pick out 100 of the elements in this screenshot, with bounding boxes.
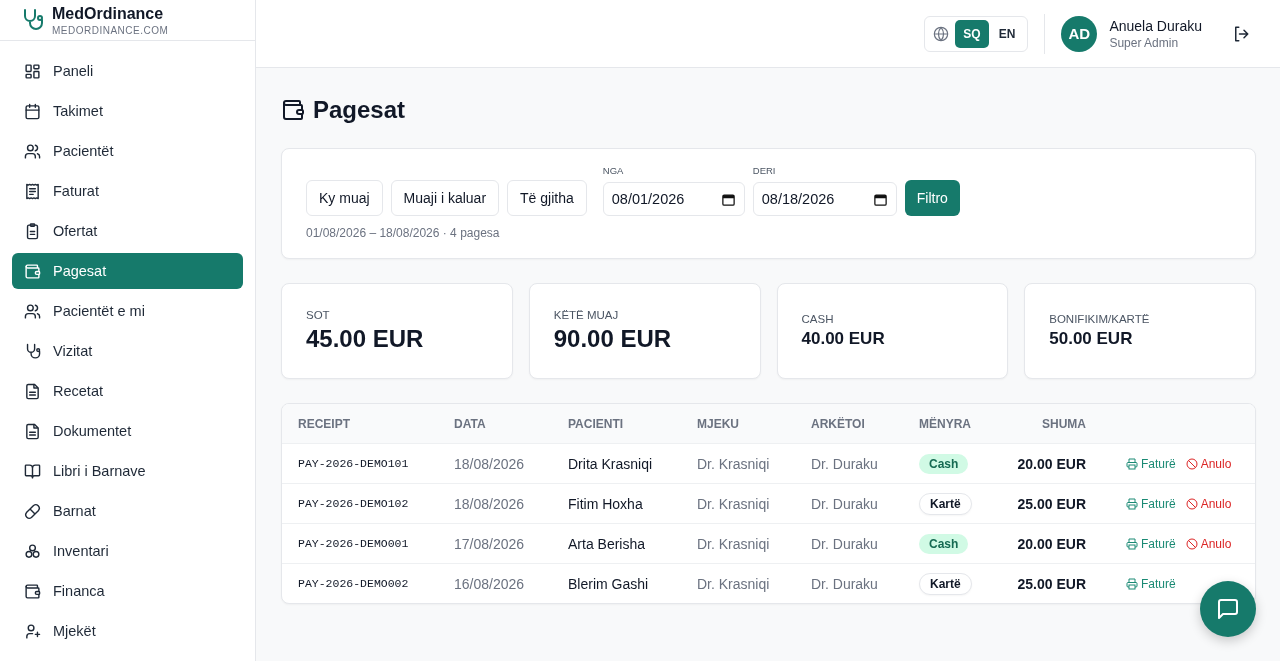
table-cell-text: Dr. Duraku — [811, 575, 879, 592]
stethoscope-icon — [24, 342, 41, 360]
stat-value: 50.00 EUR — [1049, 329, 1134, 349]
sidebar-item[interactable]: Recetat — [12, 373, 243, 409]
table-cell-text: Dr. Krasniqi — [697, 535, 771, 552]
filter-button[interactable]: Filtro — [904, 180, 960, 216]
column-header: ARKËTOI — [811, 416, 866, 431]
table-cell-text: 18/08/2026 — [454, 495, 526, 512]
table-cell-text: Dr. Krasniqi — [697, 495, 771, 512]
table-cell-text: 25.00 EUR — [1016, 495, 1086, 512]
sidebar-item[interactable]: Paneli — [12, 53, 243, 89]
sidebar-item[interactable]: Pagesat — [12, 253, 243, 289]
globe-icon — [933, 25, 950, 42]
preset-button[interactable]: Ky muaj — [306, 180, 383, 216]
preset-button[interactable]: Të gjitha — [507, 180, 587, 216]
table-cell-text: 25.00 EUR — [1016, 575, 1086, 592]
calendar-icon — [720, 191, 736, 207]
brand-name: MedOrdinance — [52, 4, 165, 23]
circles-icon — [24, 542, 41, 560]
preset-button[interactable]: Muaji i kaluar — [390, 180, 500, 216]
document-icon — [24, 382, 41, 400]
table-cell-text: Dr. Duraku — [811, 455, 879, 472]
table-cell-text: 18/08/2026 — [454, 455, 526, 472]
stat-value: 40.00 EUR — [801, 329, 886, 349]
table-cell-text: 17/08/2026 — [454, 535, 526, 552]
sidebar-item[interactable]: Ofertat — [12, 213, 243, 249]
stat-label: KËTË MUAJ — [553, 309, 620, 321]
column-header: MJEKU — [697, 416, 740, 431]
column-header: PACIENTI — [568, 416, 625, 431]
table-cell-text: PAY-2026-DEMO102 — [298, 497, 410, 510]
date-field[interactable]: 08/18/2026 — [752, 182, 897, 216]
payment-method-badge: Kartë — [919, 492, 972, 515]
stat-value: 90.00 EUR — [553, 325, 673, 353]
table-cell-text: Dr. Krasniqi — [697, 455, 771, 472]
field-label: DERI — [752, 165, 777, 176]
column-header: DATA — [454, 416, 487, 431]
page-title: Pagesat — [313, 96, 406, 124]
invoice-link[interactable]: Faturë — [1126, 536, 1176, 551]
ban-icon — [1185, 537, 1198, 550]
user-name: Anuela Duraku — [1109, 17, 1202, 34]
stat-value: 45.00 EUR — [306, 325, 425, 353]
language-option[interactable]: EN — [990, 19, 1024, 48]
column-header: MËNYRA — [919, 416, 972, 431]
table-cell-text: Drita Krasniqi — [568, 455, 654, 472]
calendar-icon — [872, 191, 888, 207]
cancel-link[interactable]: Anulo — [1185, 496, 1232, 511]
stat-label: SOT — [306, 309, 331, 321]
cancel-link[interactable]: Anulo — [1185, 456, 1232, 471]
sidebar-item[interactable]: Libri i Barnave — [12, 453, 243, 489]
payment-method-badge: Cash — [919, 533, 969, 554]
logout-icon[interactable] — [1232, 24, 1250, 43]
ban-icon — [1185, 497, 1198, 510]
table-cell-text: PAY-2026-DEMO002 — [298, 577, 410, 590]
payment-method-badge: Kartë — [919, 572, 972, 595]
column-header: SHUMA — [1041, 416, 1086, 431]
wallet-icon — [24, 582, 41, 600]
invoice-link[interactable]: Faturë — [1126, 576, 1176, 591]
document-icon — [24, 422, 41, 440]
invoice-link[interactable]: Faturë — [1126, 496, 1176, 511]
table-cell-text: PAY-2026-DEMO001 — [298, 537, 410, 550]
calendar-icon — [24, 102, 41, 120]
sidebar-item[interactable]: Barnat — [12, 493, 243, 529]
brand-domain: MEDORDINANCE.COM — [52, 24, 169, 36]
field-label: NGA — [602, 165, 625, 176]
sidebar-item[interactable]: Vizitat — [12, 333, 243, 369]
chat-button[interactable] — [1200, 581, 1256, 637]
wallet-icon — [281, 98, 305, 122]
result-summary: 01/08/2026 – 18/08/2026 · 4 pagesa — [306, 226, 501, 240]
table-cell-text: 16/08/2026 — [454, 575, 526, 592]
ban-icon — [1185, 457, 1198, 470]
table-cell-text: Arta Berisha — [568, 535, 647, 552]
table-cell-text: Dr. Duraku — [811, 495, 879, 512]
table-cell-text: Dr. Duraku — [811, 535, 879, 552]
table-cell-text: 20.00 EUR — [1016, 535, 1086, 552]
column-header: RECEIPT — [298, 416, 351, 431]
sidebar-item[interactable]: Pacientët — [12, 133, 243, 169]
cancel-link[interactable]: Anulo — [1185, 536, 1232, 551]
receipt-icon — [24, 182, 41, 200]
user-icon — [24, 622, 41, 640]
sidebar-item[interactable]: Mjekët — [12, 613, 243, 649]
user-avatar[interactable]: AD — [1061, 15, 1098, 52]
sidebar-item[interactable]: Financa — [12, 573, 243, 609]
sidebar-item[interactable]: Faturat — [12, 173, 243, 209]
printer-icon — [1126, 537, 1138, 550]
table-cell-text: PAY-2026-DEMO101 — [298, 457, 410, 470]
wallet-icon — [24, 262, 41, 280]
sidebar-item[interactable]: Inventari — [12, 533, 243, 569]
sidebar-item[interactable]: Dokumentet — [12, 413, 243, 449]
language-option[interactable]: SQ — [955, 19, 989, 48]
sidebar-item[interactable]: Takimet — [12, 93, 243, 129]
table-cell-text: Dr. Krasniqi — [697, 575, 771, 592]
table-cell-text: Blerim Gashi — [568, 575, 650, 592]
printer-icon — [1126, 457, 1138, 470]
sidebar-item[interactable]: Pacientët e mi — [12, 293, 243, 329]
pill-icon — [24, 502, 41, 520]
date-field[interactable]: 08/01/2026 — [602, 182, 745, 216]
users-icon — [24, 302, 41, 320]
invoice-link[interactable]: Faturë — [1126, 456, 1176, 471]
printer-icon — [1126, 497, 1138, 510]
users-icon — [24, 142, 41, 160]
